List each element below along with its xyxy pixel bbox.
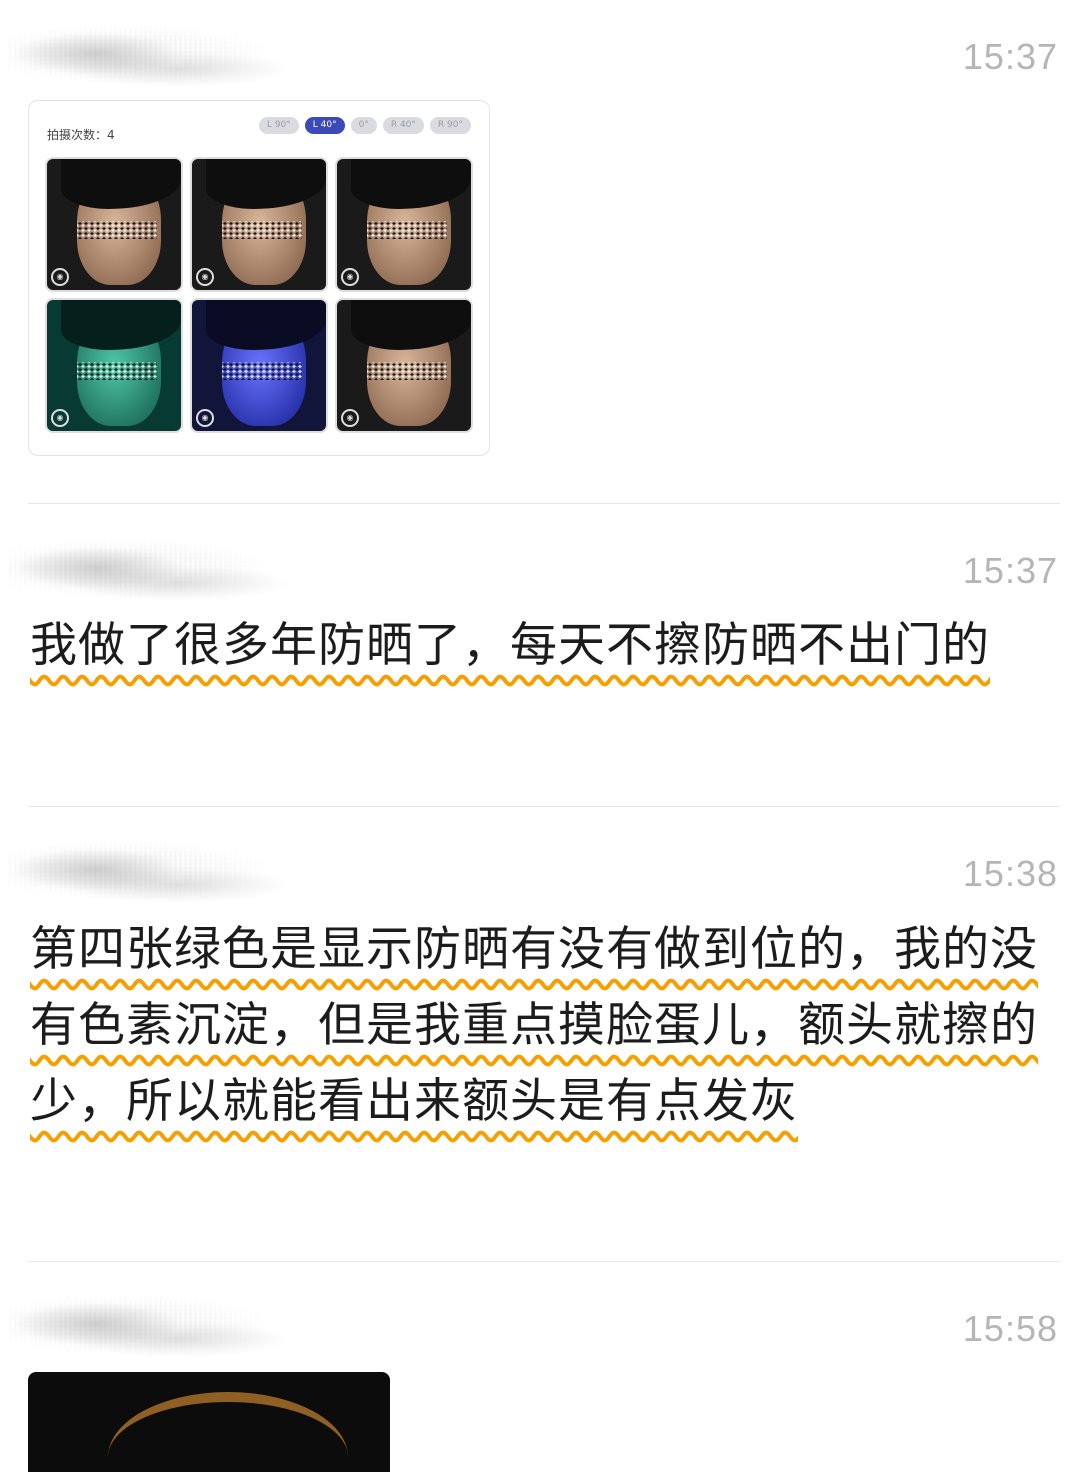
scan-thumbnail[interactable]: ◉: [335, 298, 473, 433]
message-time: 15:58: [962, 1308, 1058, 1349]
message-text[interactable]: 我做了很多年防晒了，每天不擦防晒不出门的: [30, 608, 1050, 684]
scan-thumbnail[interactable]: ◉: [335, 157, 473, 292]
attached-photo[interactable]: [28, 1372, 390, 1472]
angle-pill[interactable]: L 90°: [258, 117, 299, 134]
scan-thumbnail-grid: ◉ ◉ ◉ ◉ ◉ ◉: [45, 157, 473, 433]
scan-thumbnail[interactable]: ◉: [190, 157, 328, 292]
message-divider: [28, 503, 1060, 504]
message-text[interactable]: 第四张绿色是显示防晒有没有做到位的，我的没有色素沉淀，但是我重点摸脸蛋儿，额头就…: [30, 912, 1050, 1140]
message-text-content: 我做了很多年防晒了，每天不擦防晒不出门的: [30, 618, 990, 673]
message-time: 15:37: [962, 36, 1058, 77]
angle-pill[interactable]: R 40°: [382, 117, 424, 134]
blurred-sender-name: [8, 14, 338, 94]
blurred-sender-name: [8, 830, 338, 910]
shot-count-label: 拍摄次数：4: [47, 128, 115, 142]
message-time: 15:38: [962, 853, 1058, 894]
scan-thumbnail-green[interactable]: ◉: [45, 298, 183, 433]
camera-icon: ◉: [196, 268, 214, 286]
angle-pill-active[interactable]: L 40°: [304, 117, 345, 134]
scan-thumbnail-blue[interactable]: ◉: [190, 298, 328, 433]
camera-icon: ◉: [196, 409, 214, 427]
camera-icon: ◉: [51, 409, 69, 427]
blurred-sender-name: [8, 1284, 338, 1364]
camera-icon: ◉: [341, 268, 359, 286]
blurred-sender-name: [8, 528, 338, 608]
message-divider: [28, 806, 1060, 807]
message-text-content: 第四张绿色是显示防晒有没有做到位的，我的没有色素沉淀，但是我重点摸脸蛋儿，额头就…: [30, 922, 1038, 1129]
angle-pill[interactable]: R 90°: [429, 117, 471, 134]
message-divider: [28, 1261, 1060, 1262]
skin-scan-image-card[interactable]: 拍摄次数：4 L 90° L 40° 0° R 40° R 90° ◉ ◉ ◉ …: [28, 100, 490, 456]
angle-pill[interactable]: 0°: [350, 117, 377, 134]
camera-icon: ◉: [51, 268, 69, 286]
scan-thumbnail[interactable]: ◉: [45, 157, 183, 292]
camera-icon: ◉: [341, 409, 359, 427]
message-time: 15:37: [962, 550, 1058, 591]
angle-selector: L 90° L 40° 0° R 40° R 90°: [258, 117, 471, 134]
